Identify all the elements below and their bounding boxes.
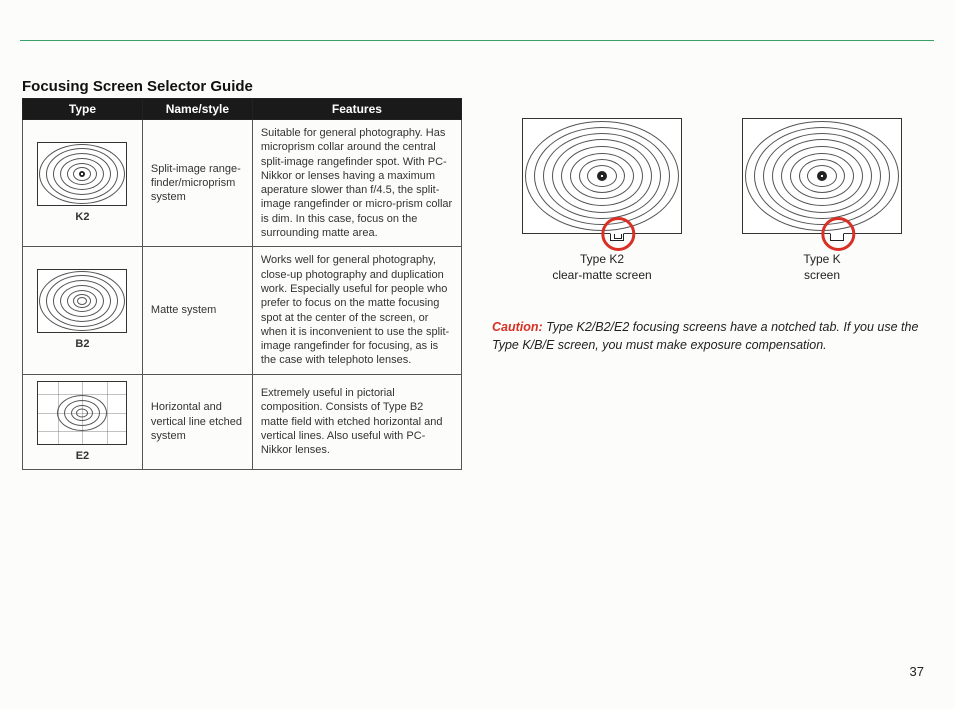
highlight-circle-icon <box>601 217 635 251</box>
screen-frame-k <box>742 118 902 234</box>
features-cell: Suitable for general photography. Has mi… <box>252 120 461 247</box>
diagram-k2: Type K2 clear-matte screen <box>522 118 682 283</box>
top-rule <box>20 40 934 41</box>
type-label: B2 <box>31 337 134 351</box>
diagram-row: Type K2 clear-matte screen <box>492 118 932 283</box>
th-name: Name/style <box>142 99 252 120</box>
diagram-label-line1: Type K2 <box>580 252 624 266</box>
type-label: E2 <box>31 449 134 463</box>
caution-paragraph: Caution: Type K2/B2/E2 focusing screens … <box>492 319 932 354</box>
diagram-k: Type K screen <box>742 118 902 283</box>
table-row: K2 Split-image range-finder/microprism s… <box>23 120 462 247</box>
name-cell: Split-image range-finder/microprism syst… <box>142 120 252 247</box>
name-cell: Horizontal and vertical line etched syst… <box>142 374 252 469</box>
page-title: Focusing Screen Selector Guide <box>22 78 253 95</box>
type-label: K2 <box>31 210 134 224</box>
table-row: E2 Horizontal and vertical line etched s… <box>23 374 462 469</box>
highlight-circle-icon <box>821 217 855 251</box>
diagram-label: Type K2 clear-matte screen <box>522 252 682 283</box>
type-cell-e2: E2 <box>23 374 143 469</box>
content-wrap: Type Name/style Features <box>22 98 932 470</box>
table-row: B2 Matte system Works well for general p… <box>23 247 462 374</box>
name-cell: Matte system <box>142 247 252 374</box>
caution-text: Type K2/B2/E2 focusing screens have a no… <box>492 320 918 352</box>
screen-e2-diagram <box>37 381 127 445</box>
th-features: Features <box>252 99 461 120</box>
diagram-label: Type K screen <box>742 252 902 283</box>
features-cell: Extremely useful in pictorial compositio… <box>252 374 461 469</box>
right-column: Type K2 clear-matte screen <box>492 98 932 354</box>
screen-b2-diagram <box>37 269 127 333</box>
diagram-label-line2: clear-matte screen <box>552 268 651 282</box>
center-dot-icon <box>79 171 85 177</box>
diagram-label-line1: Type K <box>803 252 840 266</box>
page-number: 37 <box>910 664 924 679</box>
screen-k2-diagram <box>37 142 127 206</box>
center-dot-icon <box>597 171 607 181</box>
center-dot-icon <box>817 171 827 181</box>
diagram-label-line2: screen <box>804 268 840 282</box>
th-type: Type <box>23 99 143 120</box>
features-cell: Works well for general photography, clos… <box>252 247 461 374</box>
screen-frame-k2 <box>522 118 682 234</box>
selector-table: Type Name/style Features <box>22 98 462 470</box>
type-cell-k2: K2 <box>23 120 143 247</box>
type-cell-b2: B2 <box>23 247 143 374</box>
caution-label: Caution: <box>492 320 543 334</box>
